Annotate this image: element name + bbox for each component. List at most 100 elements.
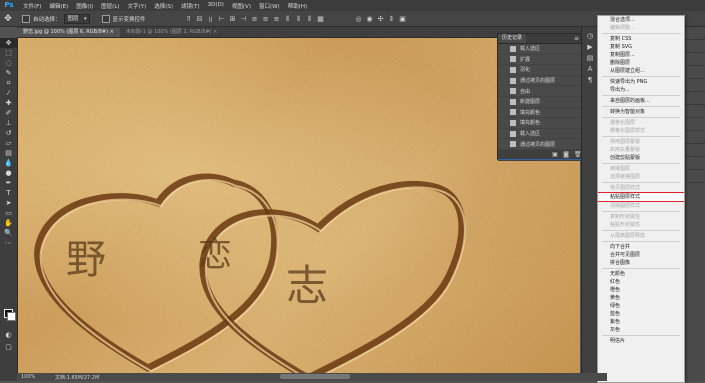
distribute-hcenter-icon[interactable]: ⦀: [295, 15, 303, 23]
context-menu-item[interactable]: 从图层建立组...: [598, 67, 684, 75]
history-state[interactable]: 通过拷贝的图层: [498, 139, 582, 150]
history-state[interactable]: 新建图层: [498, 97, 582, 108]
menu-item[interactable]: 图像(I): [72, 2, 97, 10]
history-state[interactable]: 羽化: [498, 65, 582, 76]
menu-item[interactable]: 3D(D): [204, 2, 228, 10]
gradient-tool-icon[interactable]: ▤: [0, 148, 17, 158]
eraser-tool-icon[interactable]: ▱: [0, 138, 17, 148]
hand-tool-icon[interactable]: ✋: [0, 218, 17, 228]
menu-item[interactable]: 窗口(W): [255, 2, 284, 10]
tab-document-2[interactable]: 未标题-1 @ 100% (图层 2, RGB/8#) ×: [120, 28, 224, 37]
crop-tool-icon[interactable]: ⌗: [0, 78, 17, 88]
3d-rotate-icon[interactable]: ◎: [355, 15, 363, 23]
3d-drag-icon[interactable]: ✣: [377, 15, 385, 23]
path-select-tool-icon[interactable]: ➤: [0, 198, 17, 208]
menu-item[interactable]: 选择(S): [150, 2, 177, 10]
context-menu-item[interactable]: 复制 CSS: [598, 35, 684, 43]
context-menu-item[interactable]: 绿色: [598, 302, 684, 310]
context-menu-item[interactable]: 混合选项...: [598, 16, 684, 24]
show-transform-checkbox[interactable]: [101, 14, 110, 23]
move-tool-icon[interactable]: ✥: [0, 38, 17, 48]
context-menu-item[interactable]: 合并可见图层: [598, 251, 684, 259]
context-menu-item[interactable]: 复制图层...: [598, 51, 684, 59]
distribute-left-icon[interactable]: ⦀: [284, 15, 292, 23]
eyedropper-tool-icon[interactable]: ⁄: [0, 88, 17, 98]
history-state[interactable]: 通过拷贝的图层: [498, 76, 582, 87]
auto-align-icon[interactable]: ▦: [317, 15, 325, 23]
brush-tool-icon[interactable]: ✐: [0, 108, 17, 118]
paste-layer-style-menu-item[interactable]: 粘贴图层样式: [598, 192, 684, 202]
context-menu-item[interactable]: 来自图层的画板...: [598, 97, 684, 105]
context-menu-item[interactable]: 紫色: [598, 318, 684, 326]
horizontal-scrollbar[interactable]: [280, 374, 350, 379]
menu-item[interactable]: 图层(L): [97, 2, 123, 10]
new-document-from-state-icon[interactable]: ▣: [552, 151, 558, 158]
zoom-tool-icon[interactable]: 🔍: [0, 228, 17, 238]
context-menu-item[interactable]: 无颜色: [598, 270, 684, 278]
quick-select-tool-icon[interactable]: ✎: [0, 68, 17, 78]
align-vcenter-icon[interactable]: ⊟: [196, 15, 204, 23]
history-state[interactable]: 扩展: [498, 55, 582, 66]
quick-mask-icon[interactable]: ◐: [0, 330, 17, 340]
dodge-tool-icon[interactable]: ●: [0, 168, 17, 178]
clone-stamp-tool-icon[interactable]: ⊥: [0, 118, 17, 128]
move-tool-icon[interactable]: ✥: [3, 14, 13, 24]
pen-tool-icon[interactable]: ✒: [0, 178, 17, 188]
distribute-bottom-icon[interactable]: ≡: [273, 15, 281, 23]
paragraph-panel-icon[interactable]: ¶: [582, 75, 598, 86]
context-menu-item[interactable]: 拼合图像: [598, 259, 684, 267]
align-left-icon[interactable]: ⊢: [218, 15, 226, 23]
shape-tool-icon[interactable]: ▭: [0, 208, 17, 218]
blur-tool-icon[interactable]: 💧: [0, 158, 17, 168]
type-tool-icon[interactable]: T: [0, 188, 17, 198]
distribute-top-icon[interactable]: ≡: [251, 15, 259, 23]
actions-panel-icon[interactable]: ▶: [582, 42, 598, 53]
history-state[interactable]: 自由: [498, 86, 582, 97]
menu-item[interactable]: 视图(V): [228, 2, 255, 10]
history-state[interactable]: 填充颜色: [498, 108, 582, 119]
align-top-icon[interactable]: ⫪: [185, 15, 193, 23]
history-state[interactable]: 填充颜色: [498, 118, 582, 129]
menu-item[interactable]: 文件(F): [19, 2, 45, 10]
distribute-vcenter-icon[interactable]: ≡: [262, 15, 270, 23]
tab-document-1[interactable]: 野恋.jpg @ 100% (图层 6, RGB/8#) ×: [17, 28, 120, 37]
history-brush-tool-icon[interactable]: ↺: [0, 128, 17, 138]
auto-select-dropdown[interactable]: 图层: [63, 13, 90, 24]
delete-state-icon[interactable]: 🗑: [574, 151, 582, 158]
properties-panel-icon[interactable]: ▤: [582, 53, 598, 64]
align-bottom-icon[interactable]: ⫫: [207, 15, 215, 23]
character-panel-icon[interactable]: A: [582, 64, 598, 75]
context-menu-item[interactable]: 向下合并: [598, 243, 684, 251]
context-menu-item[interactable]: 删除图层: [598, 59, 684, 67]
screen-mode-icon[interactable]: ▢: [0, 342, 17, 352]
3d-roll-icon[interactable]: ◉: [366, 15, 374, 23]
history-state[interactable]: 载入选区: [498, 129, 582, 140]
context-menu-item[interactable]: 复制 SVG: [598, 43, 684, 51]
marquee-tool-icon[interactable]: ⬚: [0, 48, 17, 58]
menu-item[interactable]: 编辑(E): [45, 2, 72, 10]
3d-slide-icon[interactable]: ⇕: [388, 15, 396, 23]
tab-history[interactable]: 历史记录: [498, 34, 527, 43]
context-menu-item[interactable]: 创建剪贴蒙版: [598, 154, 684, 162]
align-right-icon[interactable]: ⊣: [240, 15, 248, 23]
edit-toolbar-icon[interactable]: ⋯: [0, 238, 17, 248]
history-panel-icon[interactable]: ◷: [582, 31, 598, 42]
3d-scale-icon[interactable]: ▣: [399, 15, 407, 23]
history-state[interactable]: 载入选区: [498, 44, 582, 55]
lasso-tool-icon[interactable]: ◌: [0, 58, 17, 68]
context-menu-item[interactable]: 灰色: [598, 326, 684, 334]
context-menu-item[interactable]: 快速导出为 PNG: [598, 78, 684, 86]
snapshot-icon[interactable]: ◙: [563, 151, 569, 158]
context-menu-item[interactable]: 导出为...: [598, 86, 684, 94]
context-menu-item[interactable]: 橙色: [598, 286, 684, 294]
context-menu-item[interactable]: 明信片: [598, 337, 684, 345]
healing-brush-tool-icon[interactable]: ✚: [0, 98, 17, 108]
background-color-swatch[interactable]: [7, 312, 16, 321]
context-menu-item[interactable]: 转换为智能对象: [598, 108, 684, 116]
align-hcenter-icon[interactable]: ⊞: [229, 15, 237, 23]
menu-item[interactable]: 文字(Y): [124, 2, 151, 10]
menu-item[interactable]: 帮助(H): [284, 2, 311, 10]
menu-item[interactable]: 滤镜(T): [177, 2, 204, 10]
zoom-level[interactable]: 100%: [17, 374, 51, 380]
document-canvas[interactable]: 野 恋 志: [18, 38, 580, 373]
